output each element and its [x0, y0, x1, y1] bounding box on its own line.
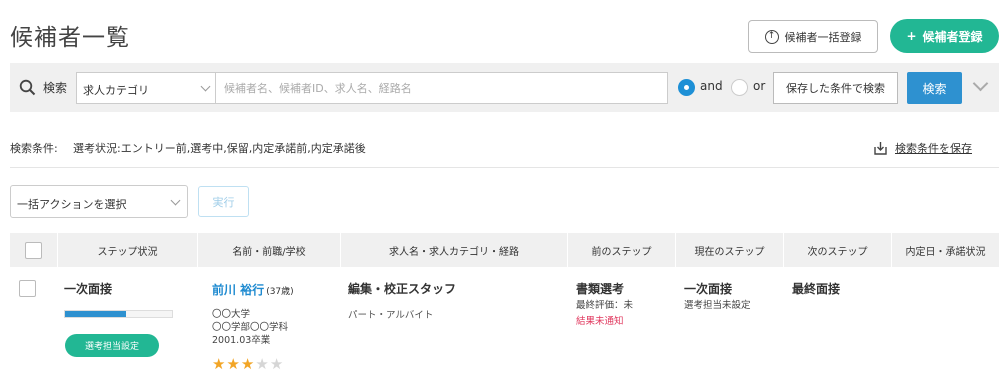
register-candidate-button[interactable]: + 候補者登録: [890, 19, 999, 53]
table-row: 一次面接 選考担当設定 前川 裕行 (37歳) 〇〇大学 〇〇学部〇〇学科 200…: [10, 268, 999, 390]
next-step: 最終面接: [792, 282, 841, 296]
star-icon[interactable]: ★: [226, 357, 239, 372]
search-conditions-label: 検索条件:: [10, 142, 58, 155]
chevron-down-icon: [170, 195, 181, 206]
bulk-action-select-value: 一括アクションを選択: [17, 198, 127, 211]
bulk-register-label: 候補者一括登録: [784, 30, 862, 44]
star-icon[interactable]: ★: [255, 357, 268, 372]
divider: [10, 167, 999, 168]
step-status: 一次面接: [64, 282, 113, 296]
bulk-action-select[interactable]: 一括アクションを選択: [10, 185, 188, 218]
school-faculty: 〇〇学部〇〇学科: [212, 322, 289, 333]
and-radio-label: and: [700, 79, 723, 93]
bulk-register-button[interactable]: ↑ 候補者一括登録: [748, 20, 878, 53]
keyword-search-input[interactable]: [215, 72, 668, 104]
execute-button[interactable]: 実行: [198, 186, 249, 217]
star-icon[interactable]: ★: [212, 357, 225, 372]
interviewer-unassigned: 選考担当未設定: [684, 300, 751, 311]
plus-icon: +: [906, 29, 917, 43]
search-bar: 検索 求人カテゴリ and or 保存した条件で検索 検索: [10, 63, 999, 112]
search-icon: [19, 79, 36, 96]
column-header: 前のステップ: [568, 233, 676, 267]
column-header: ステップ状況: [58, 233, 198, 267]
school-name: 〇〇大学: [212, 309, 251, 320]
graduation-date: 2001.03卒業: [212, 335, 271, 346]
assign-interviewer-button[interactable]: 選考担当設定: [65, 334, 159, 357]
column-header: 名前・前職/学校: [198, 233, 341, 267]
result-not-notified: 結果未通知: [576, 316, 624, 327]
save-conditions-label: 検索条件を保存: [895, 142, 972, 155]
column-header: 求人名・求人カテゴリ・経路: [341, 233, 568, 267]
current-step: 一次面接: [684, 282, 733, 296]
save-conditions-link[interactable]: 検索条件を保存: [874, 140, 972, 156]
column-header: 次のステップ: [784, 233, 892, 267]
job-title: 編集・校正スタッフ: [348, 282, 457, 296]
or-radio[interactable]: [731, 79, 748, 96]
select-all-checkbox[interactable]: [25, 241, 42, 259]
step-progress-bar: [64, 310, 173, 318]
register-candidate-label: 候補者登録: [922, 29, 983, 44]
header-checkbox-cell: [10, 233, 58, 267]
chevron-down-icon: [200, 81, 211, 92]
candidate-name-block: 前川 裕行 (37歳): [212, 279, 294, 298]
download-icon: [874, 142, 887, 155]
previous-step-evaluation: 最終評価：未: [576, 300, 634, 311]
candidate-name-link[interactable]: 前川 裕行: [212, 283, 264, 297]
candidate-age: (37歳): [266, 287, 294, 297]
expand-chevron-icon[interactable]: [972, 75, 989, 92]
page-title: 候補者一覧: [10, 25, 130, 51]
row-checkbox[interactable]: [19, 280, 36, 297]
job-type: パート・アルバイト: [348, 310, 434, 321]
upload-icon: ↑: [764, 29, 779, 44]
step-progress-fill: [65, 311, 126, 317]
and-radio[interactable]: [678, 79, 695, 96]
category-select-value: 求人カテゴリ: [83, 84, 149, 97]
or-radio-label: or: [753, 79, 766, 93]
category-select[interactable]: 求人カテゴリ: [76, 72, 215, 104]
table-header: ステップ状況 名前・前職/学校 求人名・求人カテゴリ・経路 前のステップ 現在の…: [10, 233, 999, 267]
column-header: 内定日・承諾状況: [905, 246, 986, 258]
saved-conditions-button[interactable]: 保存した条件で検索: [773, 72, 898, 104]
star-icon[interactable]: ★: [241, 357, 254, 372]
previous-step: 書類選考: [576, 282, 625, 296]
column-header: 現在のステップ: [676, 233, 784, 267]
star-icon[interactable]: ★: [270, 357, 283, 372]
search-conditions-value: 選考状況:エントリー前,選考中,保留,内定承諾前,内定承諾後: [73, 142, 366, 155]
search-button[interactable]: 検索: [907, 72, 962, 104]
search-label: 検索: [43, 81, 68, 95]
candidate-school: 〇〇大学 〇〇学部〇〇学科 2001.03卒業: [212, 308, 288, 347]
star-rating[interactable]: ★ ★ ★ ★ ★: [212, 357, 283, 372]
